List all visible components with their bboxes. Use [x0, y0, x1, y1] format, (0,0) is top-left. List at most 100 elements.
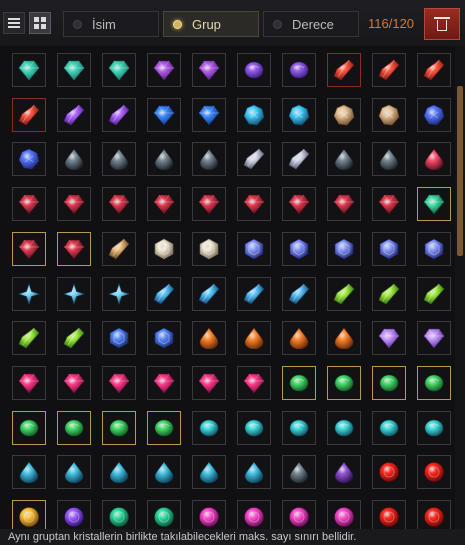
list-view-button[interactable] — [3, 12, 25, 34]
inventory-slot[interactable] — [327, 365, 361, 400]
inventory-slot[interactable] — [417, 97, 451, 132]
inventory-slot[interactable] — [192, 321, 226, 356]
inventory-slot[interactable] — [327, 142, 361, 177]
inventory-slot[interactable] — [372, 321, 406, 356]
inventory-slot[interactable] — [192, 97, 226, 132]
inventory-slot[interactable] — [327, 231, 361, 266]
inventory-slot[interactable] — [102, 142, 136, 177]
inventory-slot[interactable] — [192, 276, 226, 311]
inventory-slot[interactable] — [282, 276, 316, 311]
inventory-slot[interactable] — [237, 53, 271, 87]
inventory-slot[interactable] — [372, 410, 406, 445]
inventory-slot[interactable] — [12, 231, 46, 266]
inventory-slot[interactable] — [147, 187, 181, 222]
inventory-slot[interactable] — [57, 231, 91, 266]
inventory-slot[interactable] — [417, 187, 451, 222]
inventory-slot[interactable] — [282, 500, 316, 529]
inventory-slot[interactable] — [417, 231, 451, 266]
inventory-slot[interactable] — [192, 53, 226, 87]
inventory-slot[interactable] — [372, 53, 406, 87]
inventory-slot[interactable] — [192, 187, 226, 222]
inventory-slot[interactable] — [282, 142, 316, 177]
inventory-slot[interactable] — [417, 321, 451, 356]
inventory-slot[interactable] — [372, 276, 406, 311]
inventory-slot[interactable] — [57, 500, 91, 529]
inventory-slot[interactable] — [102, 500, 136, 529]
inventory-slot[interactable] — [237, 187, 271, 222]
inventory-slot[interactable] — [327, 276, 361, 311]
inventory-slot[interactable] — [192, 142, 226, 177]
inventory-slot[interactable] — [372, 455, 406, 490]
inventory-slot[interactable] — [102, 455, 136, 490]
inventory-slot[interactable] — [102, 187, 136, 222]
inventory-slot[interactable] — [147, 455, 181, 490]
inventory-slot[interactable] — [57, 365, 91, 400]
inventory-slot[interactable] — [147, 276, 181, 311]
inventory-slot[interactable] — [12, 321, 46, 356]
grid-view-button[interactable] — [29, 12, 51, 34]
inventory-slot[interactable] — [237, 410, 271, 445]
inventory-slot[interactable] — [417, 455, 451, 490]
inventory-slot[interactable] — [12, 500, 46, 529]
delete-button[interactable] — [424, 8, 460, 40]
inventory-slot[interactable] — [147, 500, 181, 529]
inventory-slot[interactable] — [12, 276, 46, 311]
inventory-slot[interactable] — [237, 231, 271, 266]
inventory-slot[interactable] — [417, 500, 451, 529]
inventory-slot[interactable] — [282, 97, 316, 132]
inventory-slot[interactable] — [237, 321, 271, 356]
inventory-slot[interactable] — [12, 455, 46, 490]
inventory-slot[interactable] — [192, 500, 226, 529]
inventory-slot[interactable] — [282, 410, 316, 445]
inventory-slot[interactable] — [12, 53, 46, 87]
inventory-slot[interactable] — [282, 455, 316, 490]
inventory-slot[interactable] — [237, 97, 271, 132]
inventory-slot[interactable] — [102, 365, 136, 400]
inventory-slot[interactable] — [327, 410, 361, 445]
inventory-slot[interactable] — [417, 53, 451, 87]
inventory-slot[interactable] — [192, 455, 226, 490]
inventory-slot[interactable] — [12, 365, 46, 400]
inventory-slot[interactable] — [237, 500, 271, 529]
inventory-slot[interactable] — [372, 142, 406, 177]
inventory-slot[interactable] — [57, 142, 91, 177]
inventory-slot[interactable] — [327, 53, 361, 87]
inventory-slot[interactable] — [57, 97, 91, 132]
inventory-slot[interactable] — [372, 365, 406, 400]
scroll-thumb[interactable] — [457, 86, 463, 256]
inventory-slot[interactable] — [57, 53, 91, 87]
inventory-slot[interactable] — [372, 500, 406, 529]
inventory-slot[interactable] — [372, 97, 406, 132]
inventory-slot[interactable] — [192, 365, 226, 400]
inventory-slot[interactable] — [282, 53, 316, 87]
inventory-slot[interactable] — [237, 276, 271, 311]
inventory-slot[interactable] — [192, 231, 226, 266]
inventory-slot[interactable] — [147, 321, 181, 356]
inventory-slot[interactable] — [237, 142, 271, 177]
inventory-slot[interactable] — [327, 500, 361, 529]
inventory-slot[interactable] — [417, 410, 451, 445]
inventory-slot[interactable] — [57, 410, 91, 445]
inventory-slot[interactable] — [417, 142, 451, 177]
inventory-slot[interactable] — [327, 455, 361, 490]
inventory-slot[interactable] — [282, 321, 316, 356]
inventory-slot[interactable] — [57, 321, 91, 356]
inventory-slot[interactable] — [102, 53, 136, 87]
inventory-slot[interactable] — [372, 187, 406, 222]
inventory-slot[interactable] — [282, 187, 316, 222]
inventory-slot[interactable] — [12, 142, 46, 177]
inventory-slot[interactable] — [327, 321, 361, 356]
sort-by-group-button[interactable]: Grup — [163, 11, 259, 37]
inventory-slot[interactable] — [102, 321, 136, 356]
inventory-slot[interactable] — [282, 231, 316, 266]
inventory-slot[interactable] — [237, 455, 271, 490]
inventory-slot[interactable] — [147, 410, 181, 445]
inventory-slot[interactable] — [417, 365, 451, 400]
inventory-slot[interactable] — [282, 365, 316, 400]
sort-by-name-button[interactable]: İsim — [63, 11, 159, 37]
inventory-slot[interactable] — [147, 53, 181, 87]
inventory-slot[interactable] — [12, 410, 46, 445]
inventory-slot[interactable] — [147, 231, 181, 266]
inventory-slot[interactable] — [147, 97, 181, 132]
inventory-slot[interactable] — [237, 365, 271, 400]
